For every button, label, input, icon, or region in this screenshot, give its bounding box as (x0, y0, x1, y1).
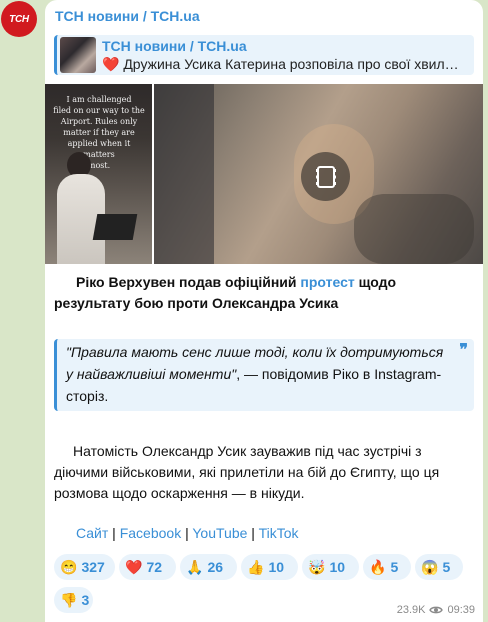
photo-thumbnail[interactable]: I am challenged filed on our way to the … (45, 84, 152, 264)
channel-name[interactable]: ТСН новини / TCH.ua (55, 7, 474, 25)
social-links: Сайт | Facebook | YouTube | TikTok (54, 525, 474, 541)
reaction-fire[interactable]: 🔥 5 (363, 554, 411, 580)
reaction-thumbs-down[interactable]: 👎 3 (54, 587, 93, 613)
reaction-count: 10 (268, 559, 285, 575)
reply-body: ❤️ Дружина Усика Катерина розповіла про … (102, 55, 462, 73)
avatar-logo-text: ТСН (9, 13, 29, 25)
reply-preview[interactable]: ТСН новини / TCH.ua ❤️ Дружина Усика Кат… (54, 35, 474, 75)
heart-emoji-icon: ❤️ (125, 558, 143, 575)
protest-link[interactable]: протест (300, 274, 354, 290)
reaction-mind-blown[interactable]: 🤯 10 (302, 554, 359, 580)
message-bubble: ТСН новини / TCH.ua ТСН новини / TCH.ua … (45, 0, 483, 622)
link-separator: | (247, 525, 259, 541)
pray-emoji-icon: 🙏 (186, 558, 204, 575)
photo-laptop (92, 214, 138, 240)
quote-icon: ❞ (459, 342, 468, 359)
reaction-scream[interactable]: 😱 5 (415, 554, 463, 580)
media-album[interactable]: I am challenged filed on our way to the … (45, 84, 483, 264)
video-blur-shape (154, 84, 214, 264)
reaction-count: 10 (329, 559, 346, 575)
reaction-thumbs-up[interactable]: 👍 10 (241, 554, 298, 580)
reaction-count: 5 (442, 559, 451, 575)
photo-sign-text: I am challenged filed on our way to the … (53, 95, 145, 170)
reply-text-block: ТСН новини / TCH.ua ❤️ Дружина Усика Кат… (102, 38, 462, 73)
message-footer: 23.9K 09:39 (397, 604, 475, 616)
reaction-count: 72 (146, 559, 163, 575)
thumbs-down-emoji-icon: 👎 (60, 591, 78, 608)
link-youtube[interactable]: YouTube (192, 525, 247, 541)
link-facebook[interactable]: Facebook (120, 525, 181, 541)
blockquote: "Правила мають сенс лише тоді, коли їх д… (54, 339, 474, 411)
mind-blown-emoji-icon: 🤯 (308, 558, 326, 575)
reaction-laugh[interactable]: 😁 327 (54, 554, 115, 580)
reaction-count: 26 (207, 559, 224, 575)
view-count: 23.9K (396, 604, 426, 616)
scream-emoji-icon: 😱 (421, 558, 439, 575)
reaction-count: 5 (390, 559, 399, 575)
reaction-pray[interactable]: 🙏 26 (180, 554, 237, 580)
heart-icon: ❤️ (102, 55, 120, 72)
thumbs-up-emoji-icon: 👍 (247, 558, 265, 575)
channel-avatar[interactable]: ТСН (1, 1, 37, 37)
reply-title: ТСН новини / TCH.ua (102, 37, 247, 54)
reply-snippet: Дружина Усика Катерина розповіла про сво… (123, 55, 459, 72)
eye-icon (429, 606, 444, 614)
reaction-heart[interactable]: ❤️ 72 (119, 554, 176, 580)
video-blur-shape (354, 194, 474, 264)
link-separator: | (181, 525, 193, 541)
reaction-count: 327 (81, 559, 105, 575)
post-headline: Ріко Верхувен подав офіційний протест що… (54, 272, 474, 314)
message-time: 09:39 (447, 604, 475, 616)
video-play-icon[interactable] (301, 152, 350, 201)
laugh-emoji-icon: 😁 (60, 558, 78, 575)
link-site[interactable]: Сайт (76, 525, 108, 541)
link-separator: | (108, 525, 120, 541)
headline-text: Ріко Верхувен подав офіційний (76, 274, 301, 290)
reaction-count: 3 (81, 592, 90, 608)
reply-thumbnail (60, 37, 96, 73)
film-icon (315, 165, 336, 188)
fire-emoji-icon: 🔥 (369, 558, 387, 575)
post-paragraph: Натомість Олександр Усик зауважив під ча… (54, 443, 440, 501)
link-tiktok[interactable]: TikTok (259, 525, 299, 541)
video-thumbnail[interactable] (154, 84, 483, 264)
